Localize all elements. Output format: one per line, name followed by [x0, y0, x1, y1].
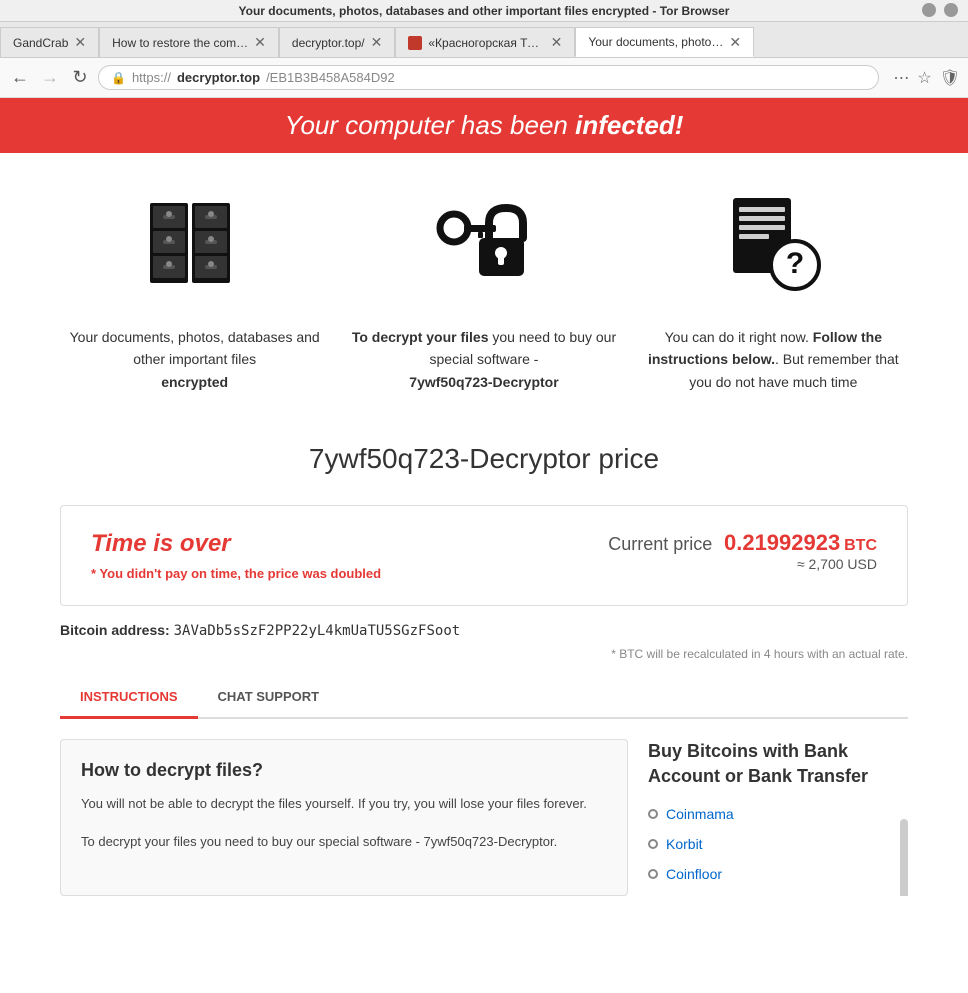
tab-how-to-restore[interactable]: How to restore the com… ✕ — [99, 27, 279, 57]
right-panel-title: Buy Bitcoins with Bank Account or Bank T… — [648, 739, 908, 789]
header-banner: Your computer has been infected! — [0, 98, 968, 153]
price-section: 7ywf50q723-Decryptor price — [0, 423, 968, 505]
col-encrypted: Your documents, photos, databases and ot… — [60, 193, 329, 393]
tab-your-docs[interactable]: Your documents, photo… ✕ — [575, 27, 754, 57]
tab-favicon-krasnaya — [408, 36, 422, 50]
col1-bold: encrypted — [161, 374, 228, 390]
shield-icon[interactable]: 🛡 — [940, 68, 960, 88]
instructions-title: How to decrypt files? — [81, 760, 607, 781]
cabinet-icon — [145, 193, 245, 306]
menu-icon[interactable]: ⋯ — [893, 68, 909, 88]
col-decrypt: To decrypt your files you need to buy ou… — [349, 193, 618, 393]
doc-question-icon: ? — [723, 193, 823, 306]
exchange-dot-coinfloor — [648, 869, 658, 879]
notification-bar: Your documents, photos, databases and ot… — [0, 0, 968, 22]
minimize-button[interactable] — [922, 3, 936, 17]
instructions-box: How to decrypt files? You will not be ab… — [60, 739, 628, 895]
price-note: * You didn't pay on time, the price was … — [91, 566, 381, 581]
current-price-label: Current price — [608, 534, 712, 554]
lock-icon: 🔒 — [111, 71, 126, 85]
reload-button[interactable]: ↻ — [68, 67, 92, 88]
exchange-item-coinfloor: Coinfloor — [648, 866, 908, 882]
exchange-link-coinfloor[interactable]: Coinfloor — [666, 866, 722, 882]
bitcoin-addr-row: Bitcoin address: 3AVaDb5sSzF2PP22yL4kmUa… — [60, 622, 908, 639]
bitcoin-addr-value: 3AVaDb5sSzF2PP22yL4kmUaTU5SGzFSoot — [174, 623, 461, 639]
tab-instructions[interactable]: INSTRUCTIONS — [60, 677, 198, 719]
current-price-block: Current price 0.21992923 BTC ≈ 2,700 USD — [608, 530, 877, 572]
col-follow: ? You can do it right now. Follow the in… — [639, 193, 908, 393]
tab-krasnaya[interactable]: «Красногорская Ти… ✕ — [395, 27, 575, 57]
col1-text: Your documents, photos, databases and ot… — [60, 326, 329, 393]
notification-text: Your documents, photos, databases and ot… — [239, 4, 730, 18]
col3-text: You can do it right now. Follow the inst… — [639, 326, 908, 393]
tab-close-how-to-restore[interactable]: ✕ — [254, 34, 266, 51]
btc-recalc-note: * BTC will be recalculated in 4 hours wi… — [60, 647, 908, 661]
price-note-text: You didn't pay on time, the price was do… — [96, 566, 381, 581]
main-section: How to decrypt files? You will not be ab… — [60, 739, 908, 895]
header-text-infected: infected! — [575, 110, 683, 140]
current-price-value: 0.21992923 — [724, 530, 840, 555]
right-panel-wrapper: Buy Bitcoins with Bank Account or Bank T… — [648, 739, 908, 895]
instructions-para2: To decrypt your files you need to buy ou… — [81, 831, 607, 853]
col2-intro: To decrypt your files — [352, 329, 493, 345]
bitcoin-addr-label: Bitcoin address: — [60, 622, 170, 638]
tab-gandcrab[interactable]: GandCrab ✕ — [0, 27, 99, 57]
right-panel: Buy Bitcoins with Bank Account or Bank T… — [648, 739, 908, 895]
three-col-section: Your documents, photos, databases and ot… — [0, 153, 968, 423]
col2-text: To decrypt your files you need to buy ou… — [349, 326, 618, 393]
exchange-dot-korbit — [648, 839, 658, 849]
time-over-block: Time is over * You didn't pay on time, t… — [91, 530, 381, 581]
tab-close-your-docs[interactable]: ✕ — [729, 34, 741, 51]
address-domain: decryptor.top — [177, 70, 260, 85]
browser-tabs-bar: GandCrab ✕ How to restore the com… ✕ dec… — [0, 22, 968, 58]
exchange-item-korbit: Korbit — [648, 836, 908, 852]
forward-button[interactable]: → — [38, 67, 62, 88]
time-over-label: Time is over — [91, 530, 381, 558]
exchange-link-korbit[interactable]: Korbit — [666, 836, 703, 852]
content-tabs: INSTRUCTIONS CHAT SUPPORT — [60, 677, 908, 719]
address-input[interactable]: 🔒 https:// decryptor.top/EB1B3B458A584D92 — [98, 65, 879, 90]
tab-close-decryptor[interactable]: ✕ — [371, 34, 383, 51]
col2-software-name: 7ywf50q723-Decryptor — [409, 374, 558, 390]
exchange-link-coinmama[interactable]: Coinmama — [666, 806, 734, 822]
svg-text:?: ? — [786, 247, 804, 280]
price-title: 7ywf50q723-Decryptor price — [60, 443, 908, 475]
right-panel-scrollbar[interactable] — [900, 819, 908, 895]
address-protocol: https:// — [132, 70, 171, 85]
tab-chat-support[interactable]: CHAT SUPPORT — [198, 677, 340, 719]
address-bar: ← → ↻ 🔒 https:// decryptor.top/EB1B3B458A… — [0, 58, 968, 98]
header-text-normal: Your computer has been — [285, 110, 576, 140]
tab-decryptor[interactable]: decryptor.top/ ✕ — [279, 27, 395, 57]
back-button[interactable]: ← — [8, 67, 32, 88]
address-path: /EB1B3B458A584D92 — [266, 70, 395, 85]
usd-approx: ≈ 2,700 USD — [608, 556, 877, 572]
exchange-list: Coinmama Korbit Coinfloor — [648, 806, 908, 882]
key-lock-icon — [434, 193, 534, 306]
exchange-dot-coinmama — [648, 809, 658, 819]
col3-normal: You can do it right now. — [665, 329, 813, 345]
address-right-icons: ⋯ ☆ 🛡 — [893, 68, 960, 88]
bookmark-icon[interactable]: ☆ — [917, 68, 931, 88]
exchange-item-coinmama: Coinmama — [648, 806, 908, 822]
instructions-para1: You will not be able to decrypt the file… — [81, 793, 607, 815]
maximize-button[interactable] — [944, 3, 958, 17]
tab-close-gandcrab[interactable]: ✕ — [74, 34, 86, 51]
price-box: Time is over * You didn't pay on time, t… — [60, 505, 908, 606]
tab-close-krasnaya[interactable]: ✕ — [551, 34, 563, 51]
btc-label: BTC — [844, 537, 877, 554]
page-content: Your computer has been infected! — [0, 98, 968, 896]
